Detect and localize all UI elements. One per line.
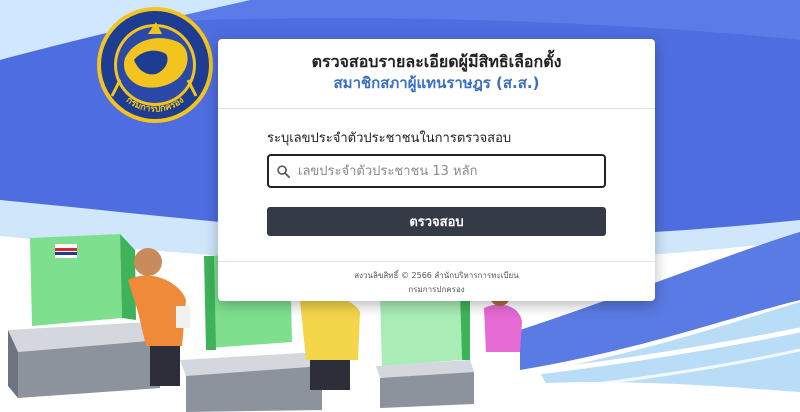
id-number-field[interactable] [267, 154, 606, 188]
id-number-input[interactable] [296, 162, 604, 180]
department-seal-logo: กรมการปกครอง [97, 7, 213, 123]
department-name: กรมการปกครอง [408, 285, 465, 294]
search-icon [277, 164, 290, 178]
copyright-text: สงวนลิขสิทธิ์ © 2566 สำนักบริหารการทะเบี… [354, 271, 519, 280]
page: กรมการปกครอง ตรวจสอบรายละเอียดผู้มีสิทธิ… [0, 0, 800, 412]
id-number-label: ระบุเลขประจำตัวประชาชนในการตรวจสอบ [267, 131, 512, 146]
card-header: ตรวจสอบรายละเอียดผู้มีสิทธิเลือกตั้ง สมา… [218, 39, 655, 109]
page-title: ตรวจสอบรายละเอียดผู้มีสิทธิเลือกตั้ง [311, 52, 562, 71]
check-eligibility-card: ตรวจสอบรายละเอียดผู้มีสิทธิเลือกตั้ง สมา… [218, 39, 655, 301]
check-button[interactable]: ตรวจสอบ [267, 207, 606, 236]
card-body: ระบุเลขประจำตัวประชาชนในการตรวจสอบ ตรวจส… [218, 109, 655, 236]
card-footer: สงวนลิขสิทธิ์ © 2566 สำนักบริหารการทะเบี… [218, 261, 655, 297]
page-subtitle: สมาชิกสภาผู้แทนราษฎร (ส.ส.) [333, 74, 540, 92]
